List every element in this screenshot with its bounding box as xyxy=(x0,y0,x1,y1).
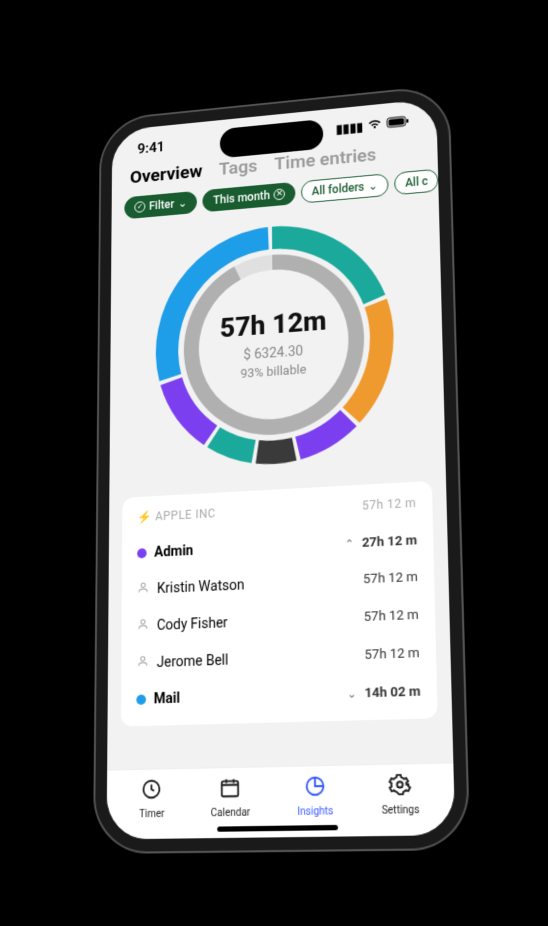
calendar-icon xyxy=(219,776,241,804)
phone-frame: 9:41 ▮▮▮▮ Overview Tags Time entries ✓ F… xyxy=(95,86,468,852)
client-name: APPLE INC xyxy=(155,506,215,523)
tab-overview[interactable]: Overview xyxy=(130,160,202,188)
person-name: Cody Fisher xyxy=(157,615,228,634)
clock-icon xyxy=(141,778,162,806)
person-icon xyxy=(137,654,150,671)
person-duration: 57h 12 m xyxy=(363,570,418,588)
clock: 9:41 xyxy=(137,138,164,157)
person-duration: 57h 12 m xyxy=(364,646,420,663)
total-time: 57h 12m xyxy=(220,305,327,344)
chevron-down-icon: ⌄ xyxy=(178,196,187,210)
period-label: This month xyxy=(213,189,270,207)
folders-label: All folders xyxy=(312,180,365,198)
chevron-up-icon: ⌃ xyxy=(345,537,354,551)
project-color-dot xyxy=(137,548,147,558)
close-icon[interactable]: ✕ xyxy=(274,188,285,200)
extra-label: All c xyxy=(405,174,428,189)
project-color-dot xyxy=(136,695,146,705)
nav-calendar-label: Calendar xyxy=(211,807,250,819)
person-icon xyxy=(137,617,149,634)
project-name: Admin xyxy=(154,543,193,561)
nav-timer-label: Timer xyxy=(139,809,164,821)
total-amount: $ 6324.30 xyxy=(243,344,303,364)
check-circle-icon: ✓ xyxy=(134,201,145,213)
filter-label: Filter xyxy=(149,197,174,212)
client-card: ⚡ APPLE INC 57h 12 m Admin ⌃ 27h 12 m Kris… xyxy=(121,481,438,727)
person-icon xyxy=(137,581,149,598)
billable-percent: 93% billable xyxy=(240,363,306,382)
donut-chart: 57h 12m $ 6324.30 93% billable xyxy=(109,203,446,499)
tab-tags[interactable]: Tags xyxy=(219,155,257,180)
bolt-icon: ⚡ xyxy=(137,510,152,524)
wifi-icon xyxy=(367,118,383,134)
project-duration: 27h 12 m xyxy=(362,533,417,551)
person-name: Kristin Watson xyxy=(157,577,245,597)
client-total: 57h 12 m xyxy=(362,496,416,513)
person-name: Jerome Bell xyxy=(157,652,229,671)
project-row[interactable]: Mail ⌄ 14h 02 m xyxy=(136,673,421,718)
chevron-down-icon: ⌄ xyxy=(347,687,357,701)
status-icons: ▮▮▮▮ xyxy=(336,115,410,137)
nav-calendar[interactable]: Calendar xyxy=(211,776,251,819)
nav-timer[interactable]: Timer xyxy=(139,778,164,821)
nav-insights[interactable]: Insights xyxy=(297,774,333,818)
nav-settings[interactable]: Settings xyxy=(381,773,420,817)
person-duration: 57h 12 m xyxy=(364,608,419,626)
chart-icon xyxy=(304,774,327,803)
nav-settings-label: Settings xyxy=(382,805,420,817)
battery-icon xyxy=(386,115,410,132)
nav-insights-label: Insights xyxy=(297,806,333,818)
signal-icon: ▮▮▮▮ xyxy=(336,120,364,137)
chevron-down-icon: ⌄ xyxy=(368,179,378,193)
extra-chip[interactable]: All c xyxy=(394,169,439,196)
project-duration: 14h 02 m xyxy=(364,684,420,701)
gear-icon xyxy=(388,773,411,802)
client-header-left: ⚡ APPLE INC xyxy=(137,506,215,524)
project-name: Mail xyxy=(154,690,180,707)
